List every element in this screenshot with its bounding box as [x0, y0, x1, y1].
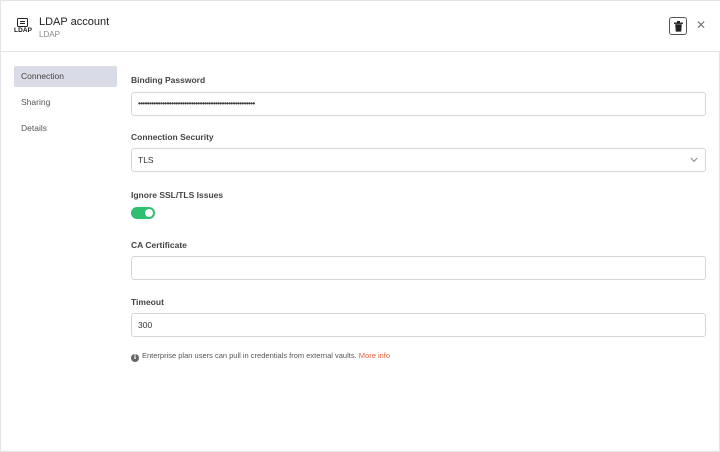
chevron-down-icon [690, 157, 698, 163]
enterprise-info: i Enterprise plan users can pull in crede… [131, 351, 390, 362]
sidebar-nav: Connection Sharing Details [14, 66, 117, 144]
sidebar-item-details[interactable]: Details [14, 118, 117, 139]
ignore-ssl-toggle[interactable] [131, 207, 155, 219]
info-icon: i [131, 354, 139, 362]
close-button[interactable]: ✕ [694, 18, 708, 32]
connection-security-value: TLS [138, 155, 154, 165]
info-text: Enterprise plan users can pull in creden… [142, 351, 357, 360]
page-subtitle: LDAP [39, 30, 60, 39]
more-info-link[interactable]: More info [359, 351, 390, 360]
timeout-value: 300 [138, 320, 153, 330]
page-title: LDAP account [39, 16, 110, 28]
dialog-header: LDAP LDAP account LDAP ✕ [1, 1, 720, 52]
ignore-ssl-label: Ignore SSL/TLS Issues [131, 190, 224, 200]
binding-password-label: Binding Password [131, 75, 206, 85]
sidebar-item-connection[interactable]: Connection [14, 66, 117, 87]
binding-password-value: ••••••••••••••••••••••••••••••••••••••••… [138, 99, 255, 108]
sidebar-item-sharing[interactable]: Sharing [14, 92, 117, 113]
connection-security-select[interactable]: TLS [131, 148, 706, 172]
ca-certificate-label: CA Certificate [131, 240, 187, 250]
delete-button[interactable] [669, 17, 687, 35]
binding-password-field[interactable]: ••••••••••••••••••••••••••••••••••••••••… [131, 92, 706, 116]
timeout-field[interactable]: 300 [131, 313, 706, 337]
ca-certificate-field[interactable] [131, 256, 706, 280]
ldap-logo-icon: LDAP [14, 18, 32, 36]
toggle-knob [145, 209, 153, 217]
timeout-label: Timeout [131, 297, 164, 307]
close-icon: ✕ [695, 18, 707, 32]
connection-security-label: Connection Security [131, 132, 214, 142]
dialog: LDAP LDAP account LDAP ✕ Connection Shar… [0, 0, 720, 452]
trash-icon [674, 21, 683, 32]
